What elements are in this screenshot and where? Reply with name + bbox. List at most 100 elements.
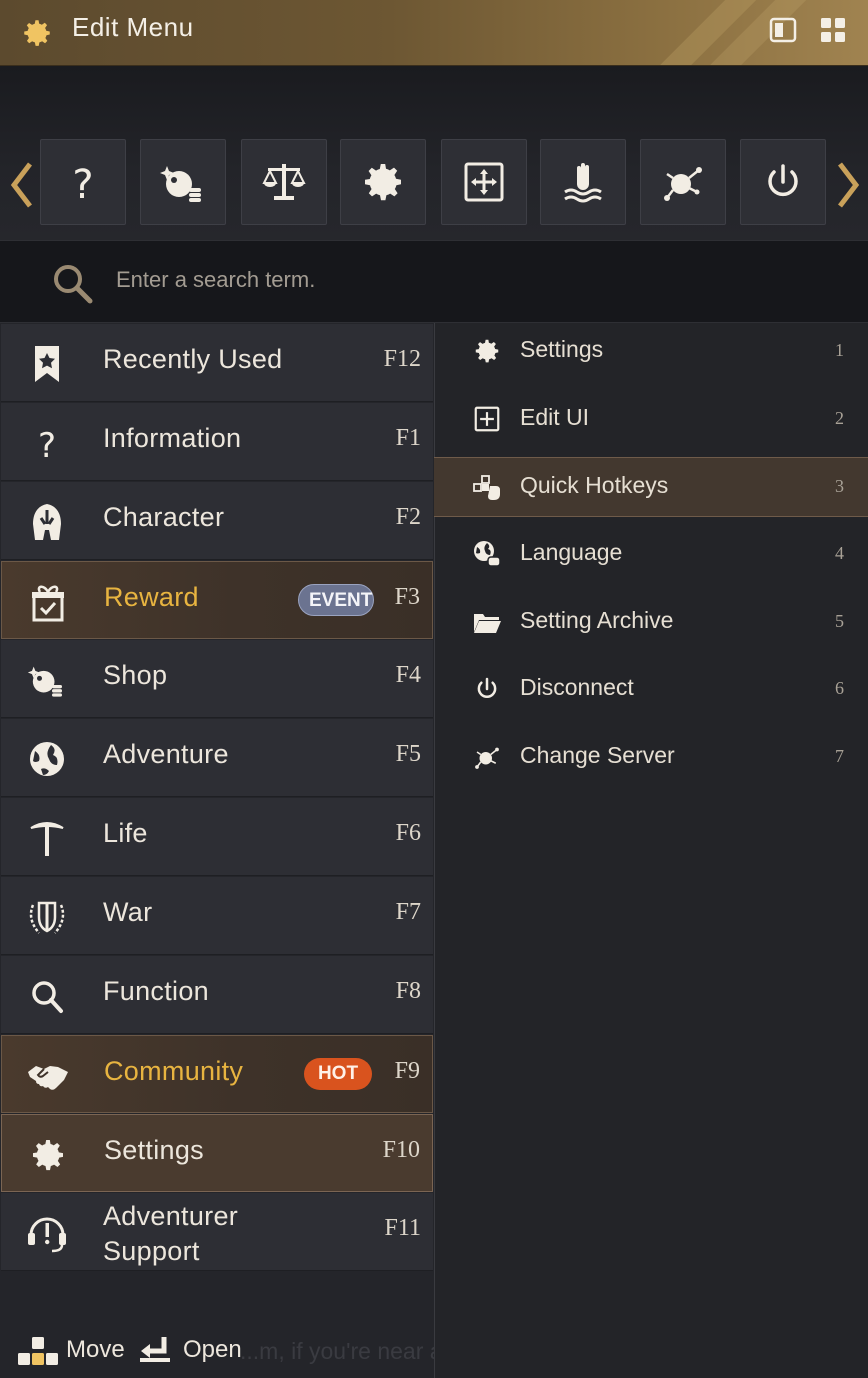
hotkey-label: F10 <box>382 1137 420 1163</box>
menu-item-label: War <box>103 897 153 927</box>
menu-item-adventurer-support[interactable]: Adventurer Support F11 <box>1 1193 433 1271</box>
question-icon: ? <box>72 162 93 206</box>
globe-chat-icon <box>474 541 501 567</box>
quick-toolbar <box>0 66 868 240</box>
menu-item-life[interactable]: Life F6 <box>1 798 433 876</box>
menu-item-community[interactable]: Community HOT F9 <box>1 1035 433 1113</box>
submenu-item-settings[interactable]: Settings 1 <box>434 322 868 382</box>
submenu-hotkey: 2 <box>835 408 844 428</box>
submenu-hotkey: 6 <box>835 678 844 698</box>
submenu-item-label: Disconnect <box>520 674 634 700</box>
chevron-left-icon[interactable] <box>6 160 36 210</box>
magnifier-icon <box>32 981 63 1013</box>
bookmark-star-icon <box>35 346 59 382</box>
power-icon <box>477 677 497 698</box>
hotkey-label: F6 <box>395 820 421 846</box>
menu-item-label: Adventurer Support <box>103 1201 239 1266</box>
menu-item-adventure[interactable]: Adventure F5 <box>1 719 433 797</box>
handshake-icon <box>28 1066 68 1090</box>
hotkey-label: F1 <box>395 425 421 451</box>
edit-ui-icon <box>474 406 500 432</box>
svg-text:?: ? <box>72 162 93 206</box>
pickaxe-icon <box>30 822 64 856</box>
window-title: Edit Menu <box>72 12 194 42</box>
menu-item-shop[interactable]: Shop F4 <box>1 640 433 718</box>
quick-button-edit-ui[interactable] <box>441 139 527 225</box>
hotkey-label: F12 <box>383 346 421 372</box>
quick-button-information[interactable]: ? <box>40 139 126 225</box>
menu-item-label: Character <box>103 502 225 532</box>
hand-water-icon <box>564 163 602 203</box>
helmet-icon <box>33 504 61 540</box>
arrow-keys-icon <box>18 1337 58 1365</box>
quick-button-waves[interactable] <box>540 139 626 225</box>
submenu-item-edit-ui[interactable]: Edit UI 2 <box>434 390 868 450</box>
grid-view-icon[interactable] <box>818 15 848 45</box>
menu-item-label: Recently Used <box>103 344 283 374</box>
hotkey-label: F8 <box>395 978 421 1004</box>
submenu-item-label: Change Server <box>520 742 675 768</box>
hotkey-label: F11 <box>384 1215 421 1241</box>
menu-item-settings[interactable]: Settings F10 <box>1 1114 433 1192</box>
gift-icon <box>32 585 64 622</box>
hot-badge: HOT <box>304 1058 372 1090</box>
enter-key-icon <box>140 1337 170 1362</box>
shop-icon <box>160 166 201 202</box>
server-node-icon <box>475 747 499 769</box>
chevron-right-icon[interactable] <box>834 160 864 210</box>
open-hint-label: Open <box>183 1336 242 1363</box>
menu-item-label: Information <box>103 423 242 453</box>
submenu-hotkey: 4 <box>835 543 844 563</box>
submenu-hotkey: 1 <box>835 340 844 360</box>
hotkey-label: F4 <box>395 662 421 688</box>
quick-button-power[interactable] <box>740 139 826 225</box>
menu-item-label: Reward <box>104 582 199 612</box>
search-icon <box>54 265 93 304</box>
submenu-item-label: Setting Archive <box>520 607 674 633</box>
submenu-hotkey: 7 <box>835 746 844 766</box>
menu-item-function[interactable]: Function F8 <box>1 956 433 1034</box>
menu-item-label: Adventure <box>103 739 229 769</box>
gear-icon <box>33 1140 63 1171</box>
hotkey-label: F3 <box>394 584 420 610</box>
submenu-item-label: Settings <box>520 336 604 362</box>
menu-item-label: Function <box>103 976 209 1006</box>
submenu-hotkey: 5 <box>835 611 844 631</box>
quick-button-shop[interactable] <box>140 139 226 225</box>
menu-item-label: Shop <box>103 660 168 690</box>
move-hint-label: Move <box>66 1336 125 1363</box>
quick-button-settings[interactable] <box>340 139 426 225</box>
shield-laurel-icon <box>29 901 65 934</box>
menu-item-information[interactable]: ? Information F1 <box>1 403 433 481</box>
menu-item-label: Life <box>103 818 148 848</box>
shop-icon <box>27 666 62 697</box>
question-icon: ? <box>38 426 56 463</box>
server-node-icon <box>664 167 702 201</box>
globe-icon <box>30 742 64 776</box>
submenu-item-label: Quick Hotkeys <box>520 472 669 498</box>
svg-text:?: ? <box>38 426 56 463</box>
quick-button-trade[interactable] <box>241 139 327 225</box>
menu-item-war[interactable]: War F7 <box>1 877 433 955</box>
quick-button-server[interactable] <box>640 139 726 225</box>
menu-item-character[interactable]: Character F2 <box>1 482 433 560</box>
event-badge: EVENT <box>298 584 374 616</box>
submenu-hotkey: 3 <box>835 476 844 496</box>
search-input[interactable] <box>116 260 816 300</box>
hotkey-label: F7 <box>395 899 421 925</box>
submenu-item-change-server[interactable]: Change Server 7 <box>434 728 868 788</box>
menu-item-recently-used[interactable]: Recently Used F12 <box>1 324 433 402</box>
submenu-item-language[interactable]: Language 4 <box>434 525 868 585</box>
submenu-item-disconnect[interactable]: Disconnect 6 <box>434 660 868 720</box>
menu-item-label: Community <box>104 1056 244 1086</box>
submenu-item-label: Edit UI <box>520 404 590 430</box>
scales-icon <box>262 164 306 200</box>
hotkey-label: F5 <box>395 741 421 767</box>
menu-item-reward[interactable]: Reward EVENT F3 <box>1 561 433 639</box>
submenu-item-quick-hotkeys[interactable]: Quick Hotkeys 3 <box>434 457 868 517</box>
background-hint-text: ...m, if you're near an <box>240 1338 456 1364</box>
single-panel-icon[interactable] <box>768 15 798 45</box>
submenu-item-setting-archive[interactable]: Setting Archive 5 <box>434 593 868 653</box>
hotkey-label: F2 <box>395 504 421 530</box>
folder-icon <box>474 614 501 633</box>
